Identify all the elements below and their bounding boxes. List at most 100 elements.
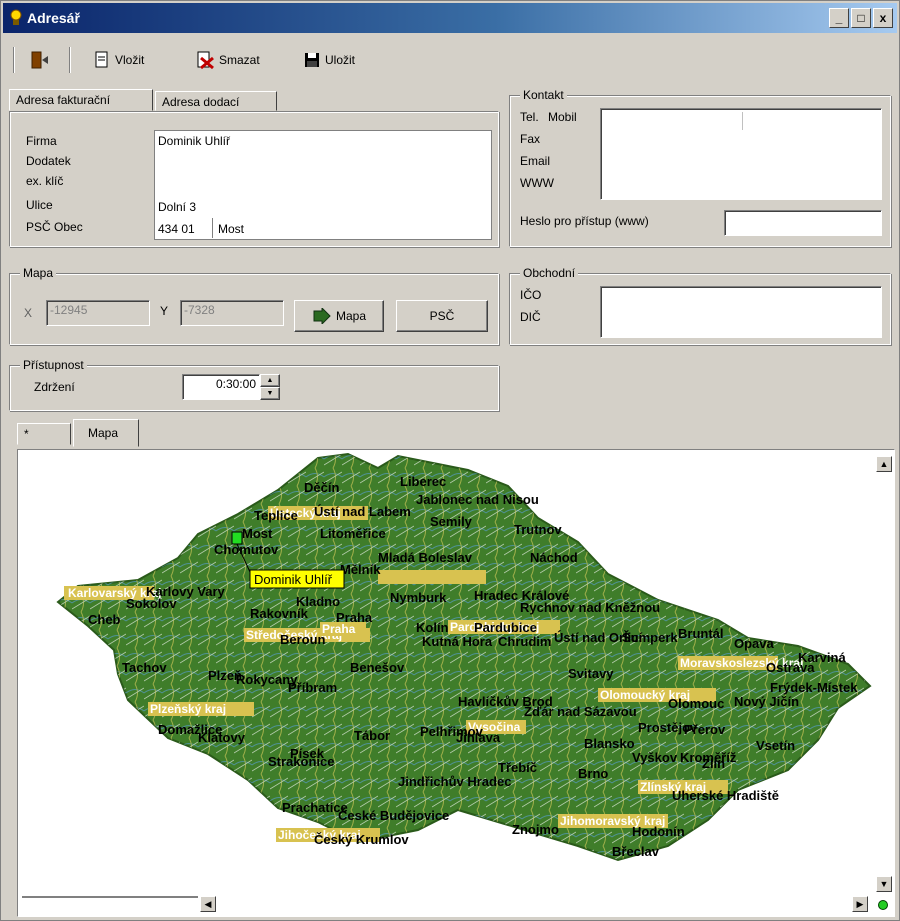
city-field[interactable]: Most bbox=[218, 222, 244, 236]
city-tabor: Tábor bbox=[354, 728, 390, 743]
key-label: ex. klíč bbox=[26, 174, 64, 188]
street-field[interactable]: Dolní 3 bbox=[158, 200, 196, 214]
city-frydek: Frýdek-Místek bbox=[770, 680, 858, 695]
city-strakonice: Strakonice bbox=[268, 754, 334, 769]
tab-map[interactable]: Mapa bbox=[73, 419, 139, 447]
firm-field[interactable]: Dominik Uhlíř bbox=[158, 134, 230, 148]
address-panel: Firma Dodatek ex. klíč Ulice PSČ Obec Do… bbox=[9, 111, 499, 247]
access-legend: Přístupnost bbox=[20, 358, 87, 372]
app-lightbulb-icon bbox=[10, 9, 22, 25]
czech-map[interactable]: Karlovarský kraj Středočeský kraj Praha … bbox=[18, 450, 894, 916]
close-button[interactable]: x bbox=[873, 8, 893, 28]
marker-label: Dominik Uhlíř bbox=[254, 572, 333, 587]
zip-city-divider bbox=[212, 218, 213, 238]
window-title: Adresář bbox=[27, 10, 80, 26]
scroll-down-button[interactable]: ▼ bbox=[876, 876, 892, 892]
toolbar-separator bbox=[13, 47, 15, 73]
delay-spin-up[interactable]: ▲ bbox=[260, 374, 280, 387]
title-bar[interactable]: Adresář _ □ x bbox=[3, 3, 897, 33]
city-novy-jicin: Nový Jičín bbox=[734, 694, 799, 709]
city-cesky-krumlov: Český Krumlov bbox=[314, 832, 409, 847]
delete-document-icon bbox=[197, 51, 214, 70]
x-coordinate-field[interactable]: -12945 bbox=[46, 300, 150, 326]
status-indicator-icon bbox=[878, 900, 888, 910]
city-praha: Praha bbox=[336, 610, 373, 625]
city-znojmo: Znojmo bbox=[512, 822, 559, 837]
city-liberec: Liberec bbox=[400, 474, 446, 489]
dic-label: DIČ bbox=[520, 310, 541, 324]
contact-text-area[interactable] bbox=[600, 108, 882, 200]
scroll-left-button[interactable]: ◀ bbox=[200, 896, 216, 912]
region-label-bg bbox=[378, 570, 486, 584]
arrow-map-icon bbox=[313, 308, 331, 324]
tab-delivery-address[interactable]: Adresa dodací bbox=[155, 91, 277, 111]
horizontal-scroll-track[interactable] bbox=[22, 896, 198, 898]
map-button[interactable]: Mapa bbox=[294, 300, 384, 332]
city-brno: Brno bbox=[578, 766, 608, 781]
city-jablonec: Jablonec nad Nisou bbox=[416, 492, 539, 507]
city-decin: Děčín bbox=[304, 480, 339, 495]
city-vsetin: Vsetín bbox=[756, 738, 795, 753]
delete-button[interactable]: Smazat bbox=[195, 49, 260, 71]
delay-spin-down[interactable]: ▼ bbox=[260, 387, 280, 400]
psc-button[interactable]: PSČ bbox=[396, 300, 488, 332]
tel-label: Tel. bbox=[520, 110, 539, 124]
city-opava: Opava bbox=[734, 636, 775, 651]
password-field[interactable] bbox=[724, 210, 882, 236]
city-semily: Semily bbox=[430, 514, 473, 529]
city-teplice: Teplice bbox=[254, 508, 298, 523]
city-sumperk: Šumperk bbox=[622, 630, 678, 645]
city-hodonin: Hodonín bbox=[632, 824, 685, 839]
business-text-area[interactable] bbox=[600, 286, 882, 338]
exit-door-icon bbox=[31, 51, 48, 69]
mobile-label: Mobil bbox=[548, 110, 577, 124]
exit-button[interactable] bbox=[29, 49, 55, 71]
location-marker[interactable] bbox=[231, 531, 243, 545]
tab-billing-address[interactable]: Adresa fakturační bbox=[9, 89, 153, 111]
save-button[interactable]: Uložit bbox=[303, 49, 355, 71]
insert-button[interactable]: Vložit bbox=[93, 49, 144, 71]
city-uherske-hradiste: Uherské Hradiště bbox=[672, 788, 779, 803]
scroll-up-button[interactable]: ▲ bbox=[876, 456, 892, 472]
tab-star[interactable]: * bbox=[17, 423, 71, 445]
delay-field[interactable]: 0:30:00 bbox=[182, 374, 260, 400]
city-kutna-hora: Kutná Hora bbox=[422, 634, 493, 649]
address-book-window: Adresář _ □ x Vložit Smazat Uložit Adres… bbox=[0, 0, 900, 921]
minimize-button[interactable]: _ bbox=[829, 8, 849, 28]
addendum-label: Dodatek bbox=[26, 154, 71, 168]
tel-mobile-divider bbox=[742, 112, 743, 130]
contact-legend: Kontakt bbox=[520, 88, 567, 102]
zip-field[interactable]: 434 01 bbox=[158, 222, 195, 236]
city-bruntal: Bruntál bbox=[678, 626, 724, 641]
city-nachod: Náchod bbox=[530, 550, 578, 565]
city-mlada-boleslav: Mladá Boleslav bbox=[378, 550, 473, 565]
city-klatovy: Klatovy bbox=[198, 730, 246, 745]
floppy-disk-icon bbox=[305, 53, 319, 67]
y-label: Y bbox=[160, 304, 169, 318]
city-blansko: Blansko bbox=[584, 736, 635, 751]
city-sokolov: Sokolov bbox=[126, 596, 177, 611]
city-chomutov: Chomutov bbox=[214, 542, 279, 557]
zip-city-label: PSČ Obec bbox=[26, 220, 83, 234]
city-olomouc: Olomouc bbox=[668, 696, 724, 711]
maximize-button[interactable]: □ bbox=[851, 8, 871, 28]
city-svitavy: Svitavy bbox=[568, 666, 614, 681]
map-view[interactable]: Karlovarský kraj Středočeský kraj Praha … bbox=[17, 449, 895, 917]
city-litomerice: Litoměřice bbox=[320, 526, 386, 541]
region-plzensky: Plzeňský kraj bbox=[150, 702, 226, 716]
street-label: Ulice bbox=[26, 198, 53, 212]
city-pribram: Příbram bbox=[288, 680, 337, 695]
y-coordinate-field[interactable]: -7328 bbox=[180, 300, 284, 326]
toolbar: Vložit Smazat Uložit bbox=[7, 45, 427, 75]
city-vyskov: Vyškov bbox=[632, 750, 678, 765]
city-jihlava: Jihlava bbox=[456, 730, 501, 745]
city-prerov: Přerov bbox=[684, 722, 726, 737]
www-label: WWW bbox=[520, 176, 554, 190]
city-pardubice: Pardubice bbox=[474, 620, 537, 635]
firm-label: Firma bbox=[26, 134, 57, 148]
city-melnik: Mělník bbox=[340, 562, 381, 577]
scroll-right-button[interactable]: ▶ bbox=[852, 896, 868, 912]
city-usti: Ústí nad Labem bbox=[314, 504, 411, 519]
city-ostrava: Ostrava bbox=[766, 660, 815, 675]
access-group: Přístupnost Zdržení 0:30:00 ▲ ▼ bbox=[9, 358, 499, 411]
